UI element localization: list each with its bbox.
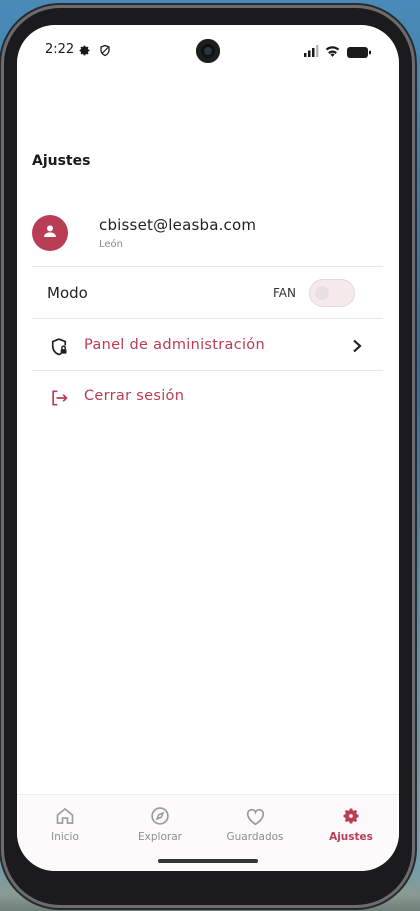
phone-frame: 2:22 Ajustes cbisset@leasba.com León Mod… (4, 8, 412, 905)
mode-value-label: FAN (273, 286, 296, 300)
mode-label: Modo (47, 284, 88, 302)
signal-icon (304, 42, 319, 61)
admin-panel-item[interactable]: Panel de administración (32, 330, 383, 364)
home-indicator[interactable] (158, 859, 258, 863)
divider (32, 318, 383, 319)
logout-icon (49, 388, 69, 412)
nav-label-guardados: Guardados (226, 831, 284, 843)
profile-email: cbisset@leasba.com (99, 216, 257, 234)
nav-label-ajustes: Ajustes (329, 831, 373, 843)
gear-icon (78, 42, 91, 61)
front-camera (196, 39, 220, 63)
page-title: Ajustes (32, 153, 91, 169)
compass-icon (120, 805, 200, 827)
gear-icon (311, 805, 391, 827)
toggle-knob (315, 286, 329, 300)
logout-label: Cerrar sesión (84, 388, 185, 404)
nav-label-explorar: Explorar (138, 831, 182, 843)
admin-panel-label: Panel de administración (84, 337, 265, 353)
divider (32, 266, 383, 267)
nav-label-inicio: Inicio (51, 831, 79, 843)
mode-toggle[interactable] (309, 279, 355, 307)
battery-icon (347, 43, 371, 62)
divider (32, 370, 383, 371)
chevron-right-icon (351, 338, 363, 357)
status-time: 2:22 (45, 42, 75, 57)
wifi-icon (324, 42, 341, 61)
bottom-nav: Inicio Explorar Guardados Ajustes (17, 794, 399, 871)
shield-icon (99, 42, 111, 61)
person-icon (42, 223, 58, 243)
shield-lock-icon (49, 337, 69, 361)
home-icon (25, 805, 105, 827)
status-bar: 2:22 (17, 25, 399, 73)
nav-item-inicio[interactable]: Inicio (25, 805, 105, 843)
avatar (32, 215, 68, 251)
nav-item-guardados[interactable]: Guardados (215, 805, 295, 843)
profile-city: León (99, 239, 124, 250)
nav-item-explorar[interactable]: Explorar (120, 805, 200, 843)
nav-item-ajustes[interactable]: Ajustes (311, 805, 391, 843)
app-screen: 2:22 Ajustes cbisset@leasba.com León Mod… (17, 25, 399, 871)
logout-item[interactable]: Cerrar sesión (32, 382, 383, 416)
heart-icon (215, 805, 295, 827)
